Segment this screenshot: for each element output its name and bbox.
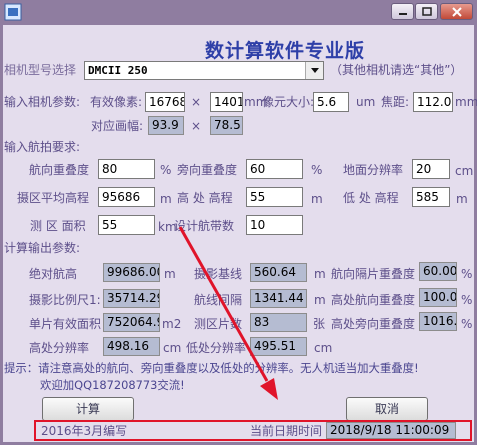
annotation-arrow <box>178 226 278 400</box>
app-window: 数计算软件专业版 相机型号选择 DMCII 250 （其他相机请选“其他”） 输… <box>0 0 477 445</box>
